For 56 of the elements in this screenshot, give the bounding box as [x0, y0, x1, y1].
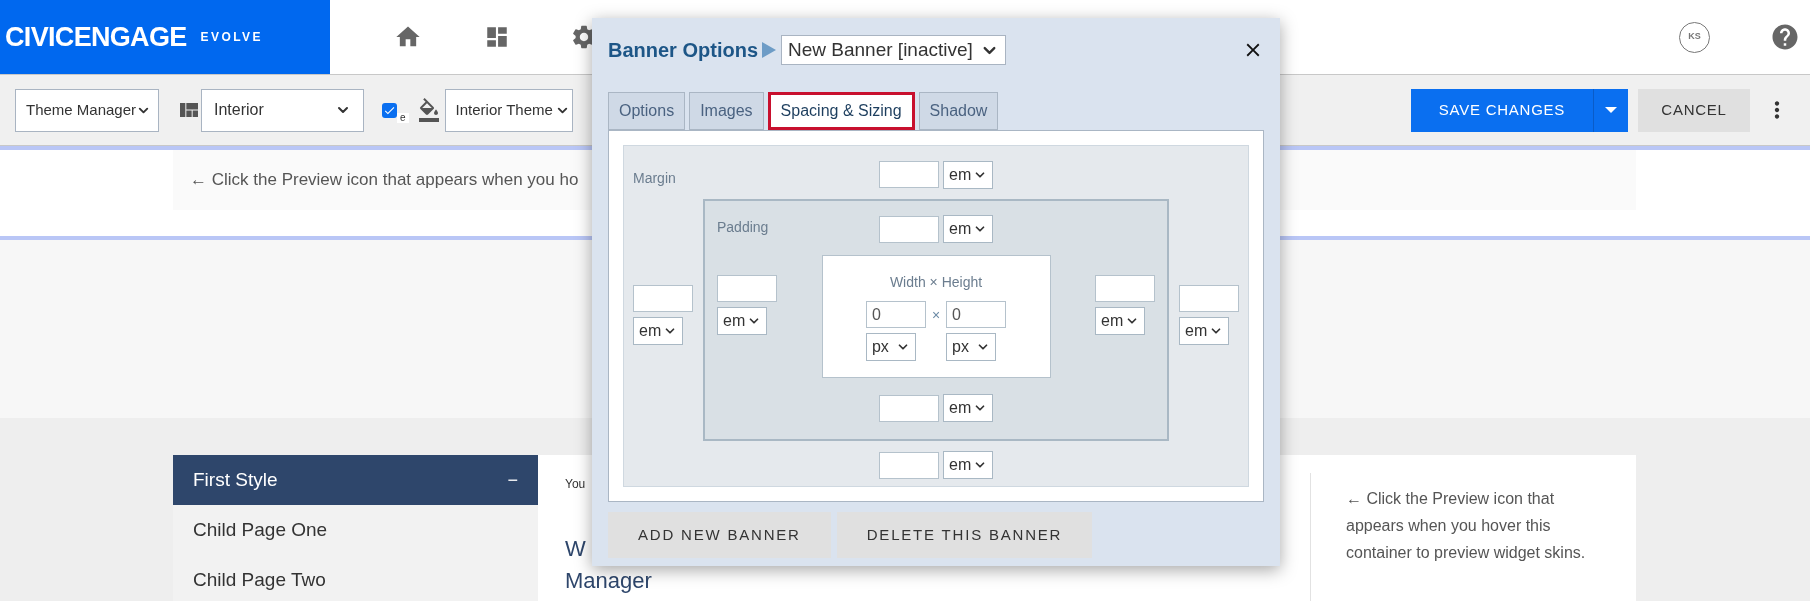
- paint-bucket-icon: [416, 98, 441, 122]
- logo[interactable]: CIVICENGAGE EVOLVE: [0, 0, 330, 74]
- save-changes-button[interactable]: SAVE CHANGES: [1411, 88, 1593, 132]
- triangle-right-icon: [762, 42, 776, 58]
- checkbox[interactable]: [382, 102, 397, 118]
- size-label: Width × Height: [889, 273, 983, 292]
- checkbox-label: e: [397, 113, 409, 123]
- unit-select[interactable]: em: [1095, 307, 1145, 335]
- banner-hint: ← Click the Preview icon that appears when you ho: [190, 169, 579, 192]
- sidebar-header[interactable]: First Style −: [173, 455, 538, 505]
- collapse-toggle[interactable]: −: [507, 466, 518, 494]
- unit-select[interactable]: px: [946, 333, 997, 361]
- dashboard-icon[interactable]: [484, 24, 510, 50]
- sidebar-item[interactable]: Child Page One: [173, 505, 538, 555]
- unit-select[interactable]: em: [633, 317, 683, 345]
- number-field[interactable]: [1095, 275, 1155, 302]
- section-select[interactable]: Theme Manager: [15, 88, 159, 132]
- number-field[interactable]: [879, 161, 939, 188]
- caret-icon: [1605, 107, 1617, 113]
- sidebar-item[interactable]: Child Page Two: [173, 555, 538, 601]
- cancel-button[interactable]: CANCEL: [1638, 88, 1750, 132]
- unit-select[interactable]: px: [865, 333, 916, 361]
- number-field[interactable]: 0: [946, 301, 1007, 328]
- sidebar-title: First Style: [193, 467, 278, 492]
- save-options-button[interactable]: [1593, 88, 1628, 132]
- number-field[interactable]: [1179, 285, 1239, 312]
- aside-hint: ← Click the Preview icon that appears when you hover this container to preview widget skins.: [1346, 489, 1587, 563]
- number-field[interactable]: [879, 215, 939, 243]
- unit-select[interactable]: em: [943, 451, 993, 479]
- delete-banner-button[interactable]: DELETE THIS BANNER: [836, 512, 1093, 558]
- help-icon[interactable]: [1770, 22, 1800, 52]
- page-heading: W: [565, 539, 586, 559]
- margin-label: Margin: [633, 169, 677, 188]
- number-field[interactable]: [879, 451, 939, 479]
- layout-select[interactable]: Interior: [201, 88, 364, 132]
- times-sign: ×: [931, 306, 941, 325]
- tab[interactable]: Options: [608, 92, 686, 130]
- tab[interactable]: Shadow: [918, 92, 999, 130]
- number-field[interactable]: [879, 394, 939, 422]
- unit-select[interactable]: em: [943, 160, 993, 189]
- banner-select[interactable]: New Banner [inactive]: [781, 35, 1006, 65]
- number-field[interactable]: [717, 275, 777, 302]
- unit-select[interactable]: em: [717, 307, 767, 335]
- number-field[interactable]: [633, 285, 693, 312]
- unit-select[interactable]: em: [943, 394, 993, 422]
- dialog-title: Banner Options: [608, 38, 758, 63]
- theme-select[interactable]: Interior Theme: [444, 88, 573, 132]
- number-field[interactable]: 0: [865, 301, 926, 328]
- tab[interactable]: Spacing & Sizing: [767, 92, 915, 130]
- unit-select[interactable]: em: [943, 215, 993, 243]
- padding-label: Padding: [717, 218, 770, 237]
- unit-select[interactable]: em: [1179, 317, 1229, 345]
- page-heading: Manager: [565, 571, 652, 591]
- add-banner-button[interactable]: ADD NEW BANNER: [608, 512, 831, 558]
- breadcrumb: You: [565, 476, 586, 493]
- tab[interactable]: Images: [689, 92, 764, 130]
